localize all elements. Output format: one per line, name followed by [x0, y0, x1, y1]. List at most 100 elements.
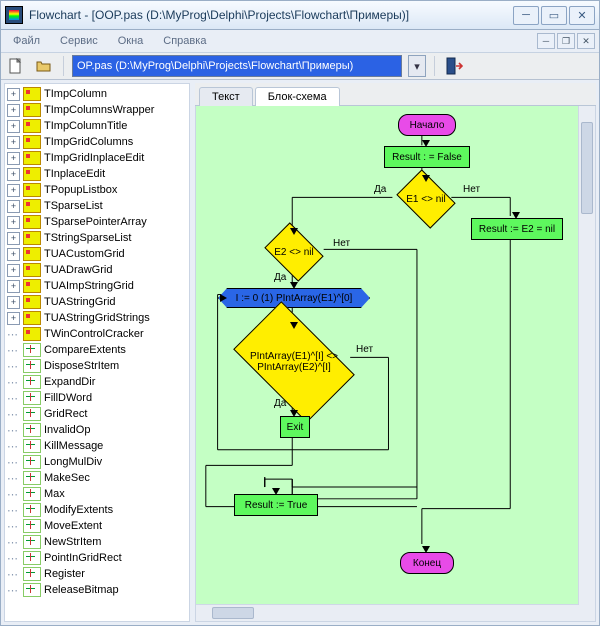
- vertical-scrollbar[interactable]: [578, 106, 595, 605]
- flow-exit[interactable]: Exit: [280, 416, 310, 438]
- menu-file[interactable]: Файл: [3, 33, 50, 49]
- expand-icon[interactable]: +: [7, 216, 20, 229]
- tree-indent: ⋯: [7, 456, 20, 469]
- menu-help[interactable]: Справка: [153, 33, 216, 49]
- class-icon: [23, 103, 41, 117]
- tree-item[interactable]: ⋯InvalidOp: [7, 422, 187, 438]
- new-file-button[interactable]: [5, 55, 27, 77]
- tree-item[interactable]: +TUAStringGrid: [7, 294, 187, 310]
- tree-item[interactable]: +TPopupListbox: [7, 182, 187, 198]
- tree-item[interactable]: ⋯PointInGridRect: [7, 550, 187, 566]
- mdi-minimize-button[interactable]: ─: [537, 33, 555, 49]
- expand-icon[interactable]: +: [7, 312, 20, 325]
- tree-item[interactable]: ⋯ModifyExtents: [7, 502, 187, 518]
- tree-item[interactable]: ⋯CompareExtents: [7, 342, 187, 358]
- tree-item[interactable]: +TImpGridInplaceEdit: [7, 150, 187, 166]
- flow-e2-nil[interactable]: E2 <> nil: [270, 234, 318, 270]
- flowchart-canvas[interactable]: Начало Result : = False E1 <> nil Да Нет…: [196, 106, 579, 605]
- flow-e1-nil[interactable]: E1 <> nil: [402, 181, 450, 217]
- function-icon: [23, 343, 41, 357]
- arrow-icon: [512, 212, 520, 219]
- tree-item[interactable]: ⋯Register: [7, 566, 187, 582]
- expand-icon[interactable]: +: [7, 152, 20, 165]
- tree-item[interactable]: +TImpGridColumns: [7, 134, 187, 150]
- tree-item[interactable]: +TImpColumnTitle: [7, 118, 187, 134]
- flow-compare[interactable]: PIntArray(E1)^[I] <> PIntArray(E2)^[I]: [242, 328, 346, 396]
- tree-item[interactable]: ⋯Max: [7, 486, 187, 502]
- edge-yes-2: Да: [274, 272, 286, 283]
- flow-end-label: Конец: [413, 558, 441, 569]
- flow-result-true[interactable]: Result := True: [234, 494, 318, 516]
- tree-item[interactable]: ⋯MakeSec: [7, 470, 187, 486]
- menu-windows[interactable]: Окна: [108, 33, 154, 49]
- tree-item[interactable]: ⋯ExpandDir: [7, 374, 187, 390]
- tree-item[interactable]: ⋯KillMessage: [7, 438, 187, 454]
- symbol-tree[interactable]: +TImpColumn+TImpColumnsWrapper+TImpColum…: [5, 84, 189, 621]
- tab-diagram[interactable]: Блок-схема: [255, 87, 340, 106]
- menubar: Файл Сервис Окна Справка ─ ❐ ✕: [1, 30, 599, 53]
- edge-yes-3: Да: [274, 398, 286, 409]
- tree-item[interactable]: ⋯MoveExtent: [7, 518, 187, 534]
- sidebar: +TImpColumn+TImpColumnsWrapper+TImpColum…: [4, 83, 190, 622]
- flow-start[interactable]: Начало: [398, 114, 456, 136]
- expand-icon[interactable]: +: [7, 296, 20, 309]
- maximize-button[interactable]: ▭: [541, 6, 567, 25]
- flow-result-false[interactable]: Result : = False: [384, 146, 470, 168]
- mdi-close-button[interactable]: ✕: [577, 33, 595, 49]
- arrow-icon: [272, 488, 280, 495]
- expand-icon[interactable]: +: [7, 120, 20, 133]
- open-file-button[interactable]: [33, 55, 55, 77]
- tree-item[interactable]: +TUADrawGrid: [7, 262, 187, 278]
- menu-service[interactable]: Сервис: [50, 33, 108, 49]
- minimize-button[interactable]: ─: [513, 6, 539, 25]
- tree-indent: ⋯: [7, 568, 20, 581]
- expand-icon[interactable]: +: [7, 200, 20, 213]
- tree-item[interactable]: +TImpColumn: [7, 86, 187, 102]
- tree-item-label: ModifyExtents: [44, 504, 113, 516]
- tree-indent: ⋯: [7, 584, 20, 597]
- expand-icon[interactable]: +: [7, 280, 20, 293]
- tree-item-label: Max: [44, 488, 65, 500]
- titlebar[interactable]: Flowchart - [OOP.pas (D:\MyProg\Delphi\P…: [1, 1, 599, 30]
- expand-icon[interactable]: +: [7, 232, 20, 245]
- tree-item[interactable]: + TSparsePointerArray: [7, 214, 187, 230]
- scrollbar-thumb[interactable]: [212, 607, 254, 619]
- tree-item[interactable]: ⋯TWinControlCracker: [7, 326, 187, 342]
- tree-item[interactable]: +TUAStringGridStrings: [7, 310, 187, 326]
- flow-loop[interactable]: I := 0 (1) PIntArray(E1)^[0]: [218, 288, 370, 308]
- expand-icon[interactable]: +: [7, 88, 20, 101]
- expand-icon[interactable]: +: [7, 104, 20, 117]
- flow-result-e2[interactable]: Result := E2 = nil: [471, 218, 563, 240]
- tree-item[interactable]: ⋯LongMulDiv: [7, 454, 187, 470]
- tree-item[interactable]: ⋯FillDWord: [7, 390, 187, 406]
- tree-indent: ⋯: [7, 376, 20, 389]
- expand-icon[interactable]: +: [7, 264, 20, 277]
- tree-item[interactable]: ⋯ReleaseBitmap: [7, 582, 187, 598]
- expand-icon[interactable]: +: [7, 168, 20, 181]
- tree-item[interactable]: +TStringSparseList: [7, 230, 187, 246]
- expand-icon[interactable]: +: [7, 136, 20, 149]
- tree-item[interactable]: ⋯DisposeStrItem: [7, 358, 187, 374]
- flow-end[interactable]: Конец: [400, 552, 454, 574]
- tree-item-label: TSparsePointerArray: [44, 216, 147, 228]
- tree-item[interactable]: +TUAImpStringGrid: [7, 278, 187, 294]
- tree-item[interactable]: +TImpColumnsWrapper: [7, 102, 187, 118]
- scrollbar-thumb[interactable]: [581, 122, 593, 214]
- tree-item[interactable]: ⋯NewStrItem: [7, 534, 187, 550]
- expand-icon[interactable]: +: [7, 184, 20, 197]
- flow-e1-nil-label: E1 <> nil: [400, 194, 451, 205]
- tree-item[interactable]: +TUACustomGrid: [7, 246, 187, 262]
- tree-item-label: KillMessage: [44, 440, 103, 452]
- tree-item[interactable]: ⋯GridRect: [7, 406, 187, 422]
- expand-icon[interactable]: +: [7, 248, 20, 261]
- tab-text[interactable]: Текст: [199, 87, 253, 106]
- file-selector-dropdown[interactable]: ▾: [408, 55, 426, 77]
- close-button[interactable]: ✕: [569, 6, 595, 25]
- exit-button[interactable]: [443, 55, 465, 77]
- horizontal-scrollbar[interactable]: [196, 604, 579, 621]
- tree-item[interactable]: +TSparseList: [7, 198, 187, 214]
- tree-item[interactable]: +TInplaceEdit: [7, 166, 187, 182]
- mdi-restore-button[interactable]: ❐: [557, 33, 575, 49]
- file-selector[interactable]: OP.pas (D:\MyProg\Delphi\Projects\Flowch…: [72, 55, 402, 77]
- tree-item-label: FillDWord: [44, 392, 92, 404]
